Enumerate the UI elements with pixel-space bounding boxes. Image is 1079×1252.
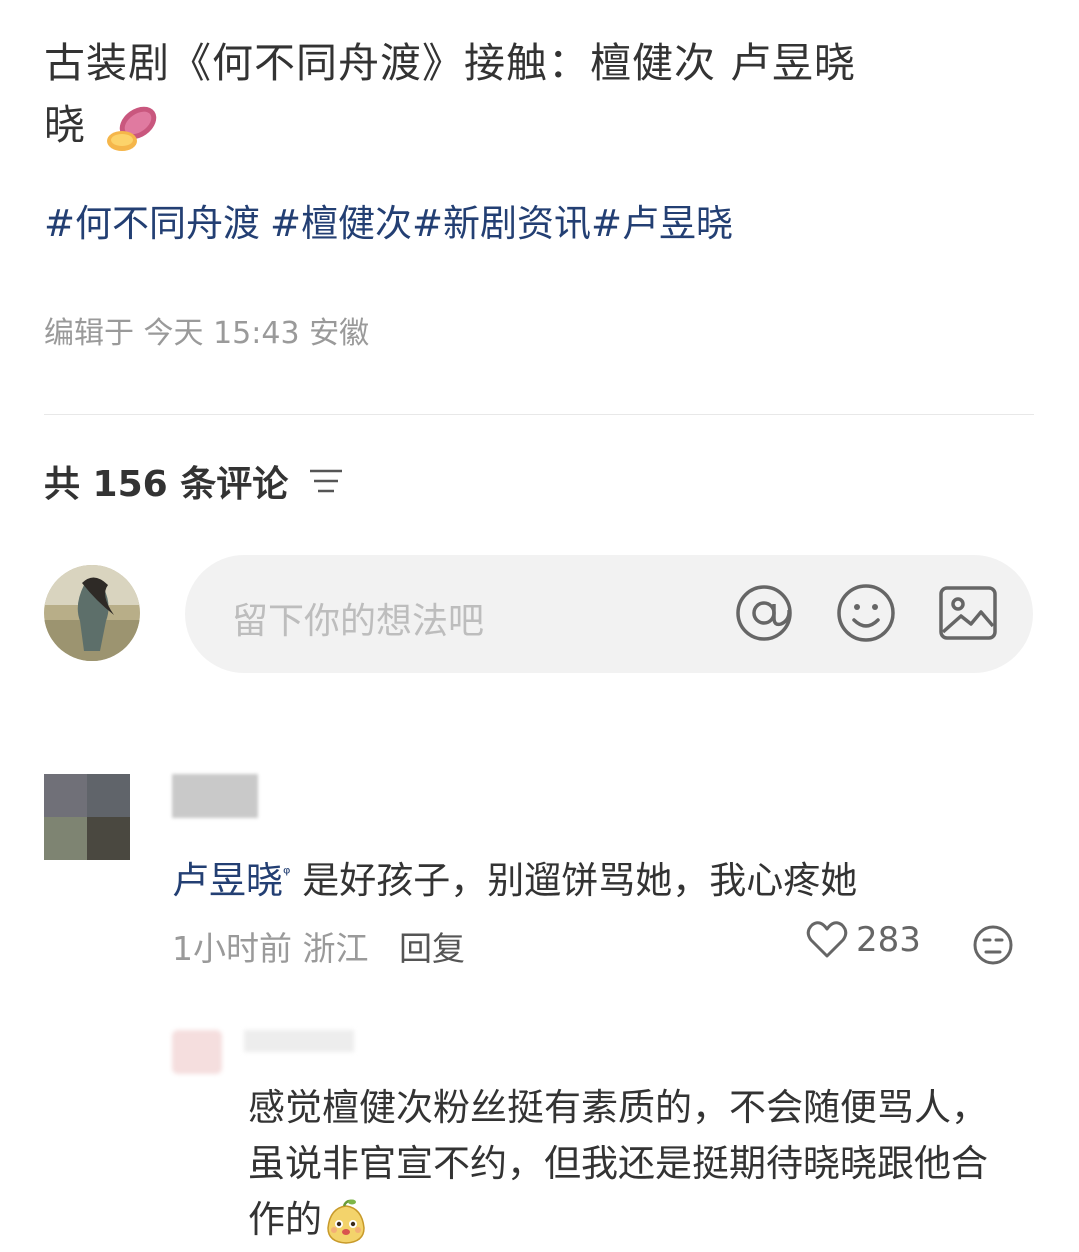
emoji-icon[interactable]	[835, 582, 897, 644]
comment-count: 共 156 条评论	[44, 464, 289, 505]
comment-text: 卢昱晓ᵠ 是好孩子，别遛饼骂她，我心疼她	[172, 850, 857, 904]
replier-name-blurred[interactable]	[244, 1030, 354, 1052]
at-icon[interactable]	[733, 582, 795, 644]
pear-face-emoji-icon	[327, 1199, 365, 1244]
comments-header: 共 156 条评论	[44, 455, 344, 507]
mention-name: 卢昱晓	[172, 859, 283, 902]
hashtag-link[interactable]: #何不同舟渡	[44, 202, 260, 245]
dislike-face-icon[interactable]	[972, 924, 1014, 966]
user-avatar[interactable]	[44, 565, 140, 661]
post-title: 古装剧《何不同舟渡》接触：檀健次 卢昱晓 晓	[44, 32, 1034, 156]
sort-lines-icon[interactable]	[308, 466, 344, 496]
heart-icon	[806, 921, 848, 958]
reply-text: 感觉檀健次粉丝挺有素质的，不会随便骂人，虽说非官宣不约，但我还是挺期待晓晓跟他合…	[248, 1080, 1018, 1248]
sweet-potato-icon	[107, 106, 157, 151]
reply-button[interactable]: 回复	[399, 929, 465, 968]
post-meta: 编辑于 今天 15:43 安徽	[44, 316, 370, 351]
post-title-text-cont: 晓	[44, 101, 86, 149]
replier-avatar[interactable]	[172, 1030, 222, 1074]
mention-link[interactable]: 卢昱晓ᵠ	[172, 859, 290, 902]
image-icon[interactable]	[937, 582, 999, 644]
like-count: 283	[856, 920, 921, 960]
commenter-avatar[interactable]	[44, 774, 130, 860]
search-icon: ᵠ	[283, 863, 291, 885]
post-title-text: 古装剧《何不同舟渡》接触：檀健次 卢昱晓	[44, 39, 857, 87]
hashtag-list: #何不同舟渡 #檀健次#新剧资讯#卢昱晓	[44, 196, 743, 252]
comment-meta: 1小时前 浙江 回复	[172, 922, 465, 970]
like-button[interactable]: 283	[806, 920, 921, 960]
divider	[44, 414, 1034, 415]
avatar-photo	[44, 565, 140, 661]
commenter-name-blurred[interactable]	[172, 774, 258, 818]
comment-time: 1小时前	[172, 929, 292, 968]
hashtag-link[interactable]: #檀健次#新剧资讯#卢昱晓	[270, 202, 733, 245]
comment-location: 浙江	[302, 929, 369, 968]
comment-body: 是好孩子，别遛饼骂她，我心疼她	[302, 859, 858, 902]
avatar-pixelated	[44, 774, 130, 860]
comment-placeholder: 留下你的想法吧	[232, 601, 485, 642]
